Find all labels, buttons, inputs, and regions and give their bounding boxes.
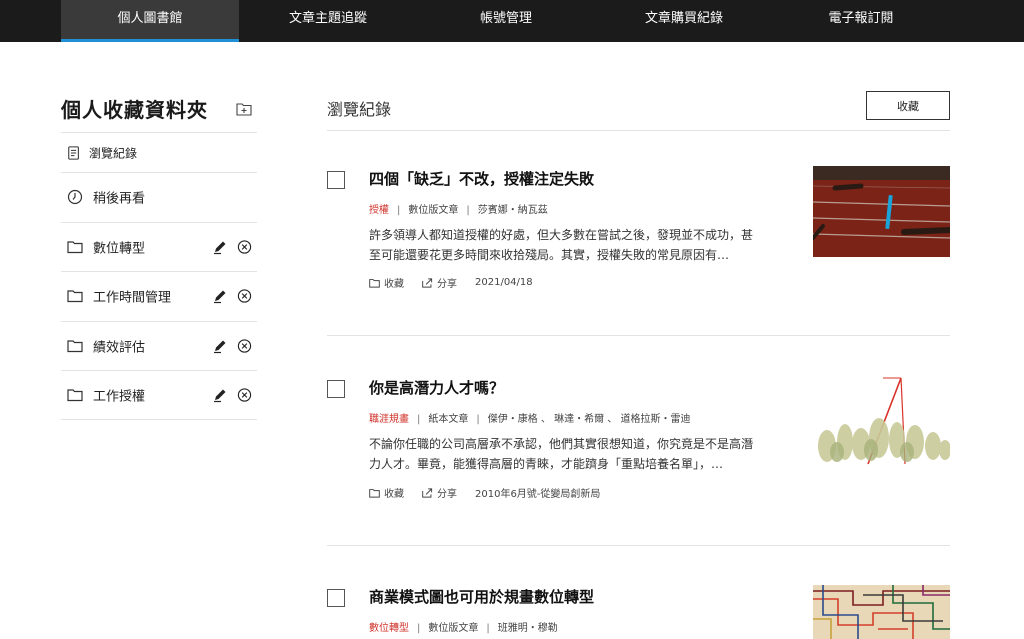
article-type: 數位版文章 <box>408 205 459 216</box>
sidebar-item-label: 數位轉型 <box>93 241 146 257</box>
collect-label: 收藏 <box>384 489 404 500</box>
article-thumbnail[interactable] <box>813 374 950 465</box>
sidebar-item-folder-digital[interactable]: 數位轉型 <box>61 221 257 272</box>
sidebar-item-folder-time[interactable]: 工作時間管理 <box>61 271 257 321</box>
article-share-action[interactable]: 分享 <box>422 275 457 290</box>
pencil-icon[interactable] <box>212 239 228 255</box>
article-tag[interactable]: 授權 <box>369 205 389 216</box>
pencil-icon[interactable] <box>212 387 228 403</box>
article-type: 數位版文章 <box>428 623 479 634</box>
folder-icon <box>369 488 380 498</box>
clock-icon <box>67 190 83 205</box>
article-item: 四個「缺乏」不改，授權注定失敗 授權 | 數位版文章 | 莎賓娜・納瓦茲 許多領導人都知… <box>327 131 950 336</box>
collect-button[interactable]: 收藏 <box>866 91 950 120</box>
article-title[interactable]: 四個「缺乏」不改，授權注定失敗 <box>369 168 594 189</box>
sidebar-item-label: 工作授權 <box>93 389 146 405</box>
sidebar-item-watch-later[interactable]: 稍後再看 <box>61 172 257 222</box>
delete-circle-icon[interactable] <box>237 239 252 254</box>
folder-icon <box>67 389 83 401</box>
article-actions: 收藏 分享 2010年6月號-從變局創新局 <box>369 485 600 500</box>
article-checkbox[interactable] <box>327 171 345 189</box>
article-checkbox[interactable] <box>327 589 345 607</box>
share-icon <box>422 487 433 498</box>
sidebar-item-label: 績效評估 <box>93 340 146 356</box>
top-nav: 個人圖書館 文章主題追蹤 帳號管理 文章購買紀錄 電子報訂閱 <box>0 0 1024 42</box>
article-date: 2021/04/18 <box>475 277 533 288</box>
article-item: 你是高潛力人才嗎？ 職涯規畫 | 紙本文章 | 傑伊・康格 、 琳達・希爾 、 道格拉斯… <box>327 336 950 546</box>
article-thumbnail[interactable] <box>813 585 950 639</box>
article-authors[interactable]: 傑伊・康格 、 琳達・希爾 、 道格拉斯・雷迪 <box>488 414 691 425</box>
article-thumbnail[interactable] <box>813 166 950 257</box>
sidebar-item-label: 工作時間管理 <box>93 290 172 306</box>
share-label: 分享 <box>437 489 457 500</box>
folder-list: 瀏覽紀錄 稍後再看 數位轉型 工作時間管理 績效評估 工作授權 <box>61 132 257 420</box>
folder-icon <box>67 241 83 253</box>
article-tag[interactable]: 職涯規畫 <box>369 414 409 425</box>
page-title: 瀏覽紀錄 <box>327 100 392 119</box>
article-share-action[interactable]: 分享 <box>422 485 457 500</box>
collect-label: 收藏 <box>384 279 404 290</box>
folder-icon <box>67 340 83 352</box>
pencil-icon[interactable] <box>212 338 228 354</box>
article-date: 2010年6月號-從變局創新局 <box>475 489 601 500</box>
article-title[interactable]: 商業模式圖也可用於規畫數位轉型 <box>369 586 594 607</box>
article-checkbox[interactable] <box>327 380 345 398</box>
sidebar-item-folder-performance[interactable]: 績效評估 <box>61 320 257 371</box>
article-collect-action[interactable]: 收藏 <box>369 275 404 290</box>
share-icon <box>422 277 433 288</box>
folder-icon <box>67 290 83 303</box>
article-summary: 不論你任職的公司高層承不承認，他們其實很想知道，你究竟是不是高潛力人才。畢竟，能… <box>369 437 754 471</box>
nav-tab-newsletter[interactable]: 電子報訂閱 <box>773 0 949 42</box>
delete-circle-icon[interactable] <box>237 289 252 304</box>
add-folder-icon[interactable] <box>236 102 252 116</box>
nav-tab-topic-tracking[interactable]: 文章主題追蹤 <box>240 0 416 42</box>
article-authors[interactable]: 莎賓娜・納瓦茲 <box>478 205 548 216</box>
nav-tab-purchase-history[interactable]: 文章購買紀錄 <box>596 0 772 42</box>
sidebar-item-label: 瀏覽紀錄 <box>89 146 138 160</box>
delete-circle-icon[interactable] <box>237 338 252 353</box>
share-label: 分享 <box>437 279 457 290</box>
nav-tab-personal-library[interactable]: 個人圖書館 <box>61 0 239 42</box>
document-icon <box>68 145 79 160</box>
sidebar-title: 個人收藏資料夾 <box>61 98 208 122</box>
article-collect-action[interactable]: 收藏 <box>369 485 404 500</box>
article-title[interactable]: 你是高潛力人才嗎？ <box>369 377 504 398</box>
sidebar-item-folder-delegation[interactable]: 工作授權 <box>61 370 257 420</box>
article-type: 紙本文章 <box>428 414 469 425</box>
nav-tab-account[interactable]: 帳號管理 <box>417 0 595 42</box>
article-tag[interactable]: 數位轉型 <box>369 623 409 634</box>
article-actions: 收藏 分享 2021/04/18 <box>369 275 533 290</box>
article-meta: 職涯規畫 | 紙本文章 | 傑伊・康格 、 琳達・希爾 、 道格拉斯・雷迪 <box>369 414 691 425</box>
delete-circle-icon[interactable] <box>237 387 252 402</box>
article-meta: 數位轉型 | 數位版文章 | 班雅明・穆勒 <box>369 623 558 634</box>
folder-icon <box>369 278 380 288</box>
article-item: 商業模式圖也可用於規畫數位轉型 數位轉型 | 數位版文章 | 班雅明・穆勒 <box>327 546 950 639</box>
article-summary: 許多領導人都知道授權的好處，但大多數在嘗試之後，發現並不成功，甚至可能還要花更多… <box>369 228 754 262</box>
sidebar-item-history[interactable]: 瀏覽紀錄 <box>61 132 257 172</box>
pencil-icon[interactable] <box>212 288 228 304</box>
sidebar-item-label: 稍後再看 <box>93 191 146 207</box>
article-authors[interactable]: 班雅明・穆勒 <box>498 623 558 634</box>
article-meta: 授權 | 數位版文章 | 莎賓娜・納瓦茲 <box>369 205 548 216</box>
